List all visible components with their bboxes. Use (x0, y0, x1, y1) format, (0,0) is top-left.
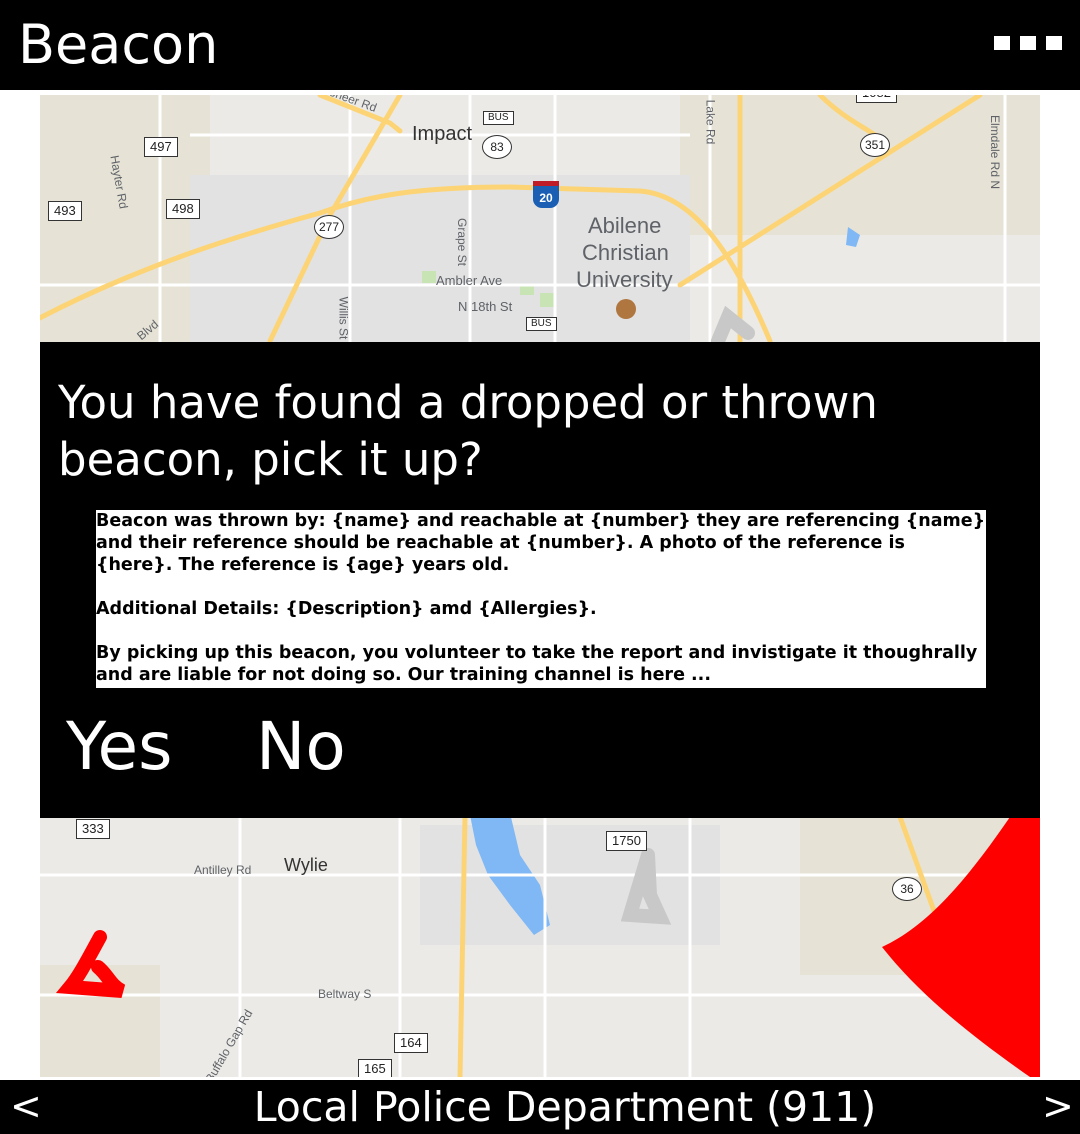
road-shield: 498 (166, 199, 200, 219)
top-bar: Beacon (0, 0, 1080, 90)
road-shield: 1750 (606, 831, 647, 851)
state-shield: 351 (860, 133, 890, 157)
us-shield: 277 (314, 215, 344, 239)
us-shield: 83 (482, 135, 512, 159)
dialog-question: You have found a dropped or thrown beaco… (58, 376, 878, 486)
interstate-shield: 20 (533, 181, 559, 208)
details-thrower: Beacon was thrown by: {name} and reachab… (96, 511, 986, 575)
yes-button[interactable]: Yes (66, 708, 173, 786)
map-label-n18th: N 18th St (458, 299, 513, 314)
details-disclaimer: By picking up this beacon, you volunteer… (96, 643, 978, 685)
map-label-antilley: Antilley Rd (194, 863, 252, 877)
map-label-wylie: Wylie (284, 855, 328, 875)
bus-shield: BUS (483, 111, 514, 125)
map-label-christian: Christian (582, 240, 669, 265)
road-shield: 164 (394, 1033, 428, 1053)
map-label-lake: Lake Rd (703, 99, 718, 145)
map-label-ambler: Ambler Ave (436, 273, 503, 288)
road-shield: 165 (358, 1059, 392, 1077)
road-shield: 497 (144, 137, 178, 157)
bottom-bar: < Local Police Department (911) > (0, 1080, 1080, 1134)
more-icon[interactable] (994, 36, 1062, 52)
road-shield: 333 (76, 819, 110, 839)
map-label-willis: Willis St (336, 296, 351, 340)
department-label: Local Police Department (911) (253, 1083, 877, 1131)
bus-shield: BUS (526, 317, 557, 331)
next-arrow-icon[interactable]: > (1042, 1082, 1074, 1130)
details-additional: Additional Details: {Description} amd {A… (96, 599, 597, 619)
university-icon (616, 299, 636, 319)
state-shield: 36 (892, 877, 922, 901)
map-label-grape: Grape St (455, 217, 470, 267)
map-label-university: University (576, 267, 673, 292)
road-shield: 493 (48, 201, 82, 221)
app-title: Beacon (18, 13, 219, 76)
map-label-beltway: Beltway S (318, 987, 372, 1001)
no-button[interactable]: No (256, 708, 346, 786)
map-label-impact: Impact (412, 123, 473, 145)
map-label-abilene: Abilene (588, 213, 662, 238)
beacon-details: Beacon was thrown by: {name} and reachab… (96, 510, 986, 688)
pickup-dialog: You have found a dropped or thrown beaco… (40, 342, 1040, 818)
map-label-elmdale: Elmdale Rd N (988, 114, 1003, 190)
road-shield: 1082 (856, 95, 897, 103)
